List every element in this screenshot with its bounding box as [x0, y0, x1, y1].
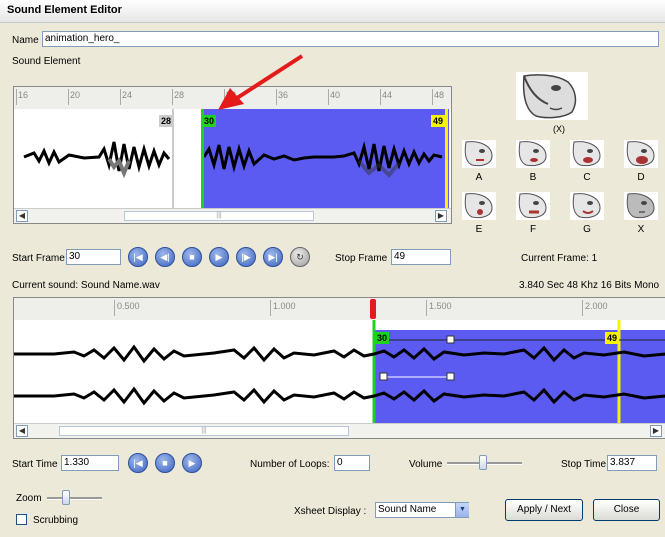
ruler-tick: 2.000	[585, 301, 608, 311]
zoom-slider-track[interactable]	[47, 497, 102, 500]
playhead-marker[interactable]	[370, 299, 376, 319]
sound-info-label: 3.840 Sec 48 Khz 16 Bits Mono	[519, 280, 660, 291]
lipsync-preview	[516, 72, 588, 120]
loops-label: Number of Loops:	[250, 459, 330, 470]
apply-next-button[interactable]: Apply / Next	[505, 499, 583, 521]
chevron-down-icon[interactable]: ▼	[455, 503, 469, 517]
scroll-left-icon[interactable]: ◀	[16, 210, 28, 222]
start-frame-input[interactable]: 30	[66, 249, 121, 265]
go-to-end-icon[interactable]: ▶|	[263, 247, 283, 267]
scroll-left-icon[interactable]: ◀	[16, 425, 28, 437]
frame-scrollbar[interactable]: ◀ ||| ▶	[14, 208, 451, 223]
start-time-label: Start Time	[12, 459, 58, 470]
scroll-right-icon[interactable]: ▶	[650, 425, 662, 437]
ruler-tick: 44	[382, 90, 393, 100]
character-face-icon	[522, 74, 577, 119]
mouth-shape-label: D	[637, 172, 645, 183]
mouth-shape-label: F	[529, 224, 537, 235]
sel-end-marker[interactable]: 49	[431, 115, 446, 127]
current-frame-label: Current Frame: 1	[521, 253, 598, 264]
mouth-shape-label: B	[529, 172, 537, 183]
start-time-input[interactable]: 1.330	[61, 455, 119, 471]
mouth-shape-label: E	[475, 224, 483, 235]
ruler-tick: 16	[18, 90, 29, 100]
scrubbing-label: Scrubbing	[33, 515, 79, 526]
time-waveform-graphic	[14, 320, 665, 423]
sel-start-marker[interactable]: 30	[202, 115, 217, 127]
scroll-thumb[interactable]: |||	[59, 426, 349, 436]
frame-end-marker: 28	[159, 115, 174, 127]
mouth-shape-label: A	[475, 172, 483, 183]
scroll-thumb[interactable]: |||	[124, 211, 314, 221]
section-label: Sound Element	[12, 56, 81, 67]
ruler-tick: 48	[434, 90, 445, 100]
mouth-shape-a-icon[interactable]	[462, 140, 496, 168]
stop-frame-label: Stop Frame	[335, 253, 388, 264]
frame-waveform[interactable]: 28 30 49	[14, 109, 451, 208]
mouth-shape-f-icon[interactable]	[516, 192, 550, 220]
xsheet-display-label: Xsheet Display :	[294, 506, 367, 517]
stop-icon[interactable]: ■	[155, 453, 175, 473]
zoom-slider-thumb[interactable]	[62, 490, 70, 505]
step-forward-icon[interactable]: |▶	[236, 247, 256, 267]
ruler-tick: 0.500	[117, 301, 140, 311]
current-sound-label: Current sound: Sound Name.wav	[12, 280, 160, 291]
loop-icon[interactable]: ↻	[290, 247, 310, 267]
time-sel-end-marker[interactable]: 49	[605, 332, 620, 344]
play-icon[interactable]: ▶	[182, 453, 202, 473]
window-title: Sound Element Editor	[7, 4, 122, 16]
annotation-arrow-icon	[218, 54, 304, 110]
stop-time-input[interactable]: 3.837	[607, 455, 657, 471]
name-label: Name	[12, 35, 39, 46]
ruler-tick: 20	[70, 90, 81, 100]
mouth-shape-label: G	[583, 224, 591, 235]
go-to-start-icon[interactable]: |◀	[128, 247, 148, 267]
ruler-tick: 28	[174, 90, 185, 100]
xsheet-display-value: Sound Name	[378, 504, 437, 515]
volume-slider-thumb[interactable]	[479, 455, 487, 470]
stop-frame-input[interactable]: 49	[391, 249, 451, 265]
play-icon[interactable]: ▶	[209, 247, 229, 267]
ruler-tick: 40	[330, 90, 341, 100]
time-sel-start-marker[interactable]: 30	[375, 332, 390, 344]
zoom-label: Zoom	[16, 493, 42, 504]
scrubbing-checkbox[interactable]	[16, 514, 27, 525]
mouth-shape-d-icon[interactable]	[624, 140, 658, 168]
scroll-right-icon[interactable]: ▶	[435, 210, 447, 222]
preview-label: (X)	[553, 124, 565, 134]
mouth-shape-e-icon[interactable]	[462, 192, 496, 220]
time-waveform-panel: 0.500 1.000 1.500 2.000 30 49 ◀ ||| ▶	[13, 297, 665, 439]
name-input[interactable]: animation_hero_	[42, 31, 659, 47]
stop-time-label: Stop Time	[561, 459, 607, 470]
ruler-tick: 1.500	[429, 301, 452, 311]
ruler-tick: 24	[122, 90, 133, 100]
time-ruler[interactable]: 0.500 1.000 1.500 2.000	[14, 298, 665, 321]
volume-label: Volume	[409, 459, 443, 470]
step-back-icon[interactable]: ◀|	[155, 247, 175, 267]
mouth-shape-c-icon[interactable]	[570, 140, 604, 168]
start-frame-label: Start Frame	[12, 253, 65, 264]
frame-waveform-graphic	[23, 109, 449, 208]
mouth-shape-label: X	[637, 224, 645, 235]
title-bar: Sound Element Editor	[0, 0, 665, 23]
mouth-shape-x-icon[interactable]	[624, 192, 658, 220]
go-to-start-icon[interactable]: |◀	[128, 453, 148, 473]
time-scrollbar[interactable]: ◀ ||| ▶	[14, 423, 665, 438]
time-waveform[interactable]: 30 49	[14, 320, 665, 423]
stop-icon[interactable]: ■	[182, 247, 202, 267]
close-button[interactable]: Close	[593, 499, 660, 521]
mouth-shape-label: C	[583, 172, 591, 183]
mouth-shape-b-icon[interactable]	[516, 140, 550, 168]
ruler-tick: 1.000	[273, 301, 296, 311]
loops-input[interactable]: 0	[334, 455, 370, 471]
mouth-shape-g-icon[interactable]	[570, 192, 604, 220]
